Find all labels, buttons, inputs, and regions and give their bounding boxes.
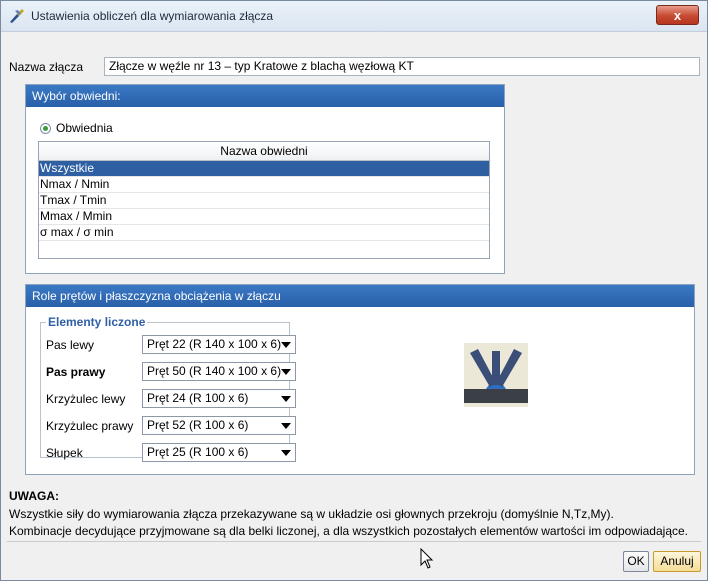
left-diagonal-value: Pręt 24 (R 100 x 6) — [147, 391, 249, 405]
app-icon — [10, 9, 24, 23]
joint-name-label: Nazwa złącza — [9, 60, 84, 74]
left-chord-value: Pręt 22 (R 140 x 100 x 6) — [147, 337, 282, 351]
table-row[interactable]: σ max / σ min — [39, 225, 489, 241]
chevron-down-icon — [281, 450, 291, 456]
member-label-right-diagonal: Krzyżulec prawy — [46, 419, 134, 433]
right-diagonal-select[interactable]: Pręt 52 (R 100 x 6) — [142, 416, 296, 435]
window-title: Ustawienia obliczeń dla wymiarowania złą… — [31, 9, 274, 23]
envelope-panel-title: Wybór obwiedni: — [26, 85, 504, 107]
right-chord-value: Pręt 50 (R 140 x 100 x 6) — [147, 364, 282, 378]
member-label-post: Słupek — [46, 446, 83, 460]
envelope-table: Nazwa obwiedni Wszystkie Nmax / Nmin Tma… — [38, 141, 490, 259]
divider — [7, 541, 701, 542]
note-line-2: Kombinacje decydujące przyjmowane są dla… — [9, 524, 688, 538]
table-row[interactable]: Tmax / Tmin — [39, 193, 489, 209]
chevron-down-icon — [281, 423, 291, 429]
left-diagonal-select[interactable]: Pręt 24 (R 100 x 6) — [142, 389, 296, 408]
table-row[interactable]: Nmax / Nmin — [39, 177, 489, 193]
table-row[interactable]: Wszystkie — [39, 161, 489, 177]
title-bar: Ustawienia obliczeń dla wymiarowania złą… — [1, 1, 707, 32]
note-line-1: Wszystkie siły do wymiarowania złącza pr… — [9, 507, 614, 521]
mouse-cursor-icon — [420, 548, 434, 569]
roles-panel-title: Role prętów i płaszczyzna obciążenia w z… — [26, 285, 694, 307]
dialog-window: Ustawienia obliczeń dla wymiarowania złą… — [0, 0, 708, 581]
cancel-button[interactable]: Anuluj — [653, 551, 701, 572]
right-diagonal-value: Pręt 52 (R 100 x 6) — [147, 418, 249, 432]
member-label-left-diagonal: Krzyżulec lewy — [46, 392, 126, 406]
chevron-down-icon — [281, 342, 291, 348]
chevron-down-icon — [281, 369, 291, 375]
ok-button[interactable]: OK — [623, 551, 649, 572]
envelope-table-header: Nazwa obwiedni — [39, 142, 489, 161]
members-group-title: Elementy liczone — [46, 315, 148, 329]
envelope-radio[interactable] — [40, 123, 51, 134]
joint-preview-image — [464, 343, 528, 407]
member-label-left-chord: Pas lewy — [46, 338, 95, 352]
close-button[interactable]: x — [656, 5, 699, 25]
roles-panel: Role prętów i płaszczyzna obciążenia w z… — [25, 284, 695, 475]
table-row[interactable]: Mmax / Mmin — [39, 209, 489, 225]
right-chord-select[interactable]: Pręt 50 (R 140 x 100 x 6) — [142, 362, 296, 381]
truss-joint-icon — [464, 349, 528, 403]
envelope-panel: Wybór obwiedni: Obwiednia Nazwa obwiedni… — [25, 84, 505, 274]
left-chord-select[interactable]: Pręt 22 (R 140 x 100 x 6) — [142, 335, 296, 354]
joint-name-input[interactable]: Złącze w węźle nr 13 – typ Kratowe z bla… — [104, 57, 700, 76]
envelope-radio-label: Obwiednia — [56, 121, 113, 135]
post-value: Pręt 25 (R 100 x 6) — [147, 445, 249, 459]
note-title: UWAGA: — [9, 489, 59, 503]
member-label-right-chord: Pas prawy — [46, 365, 106, 379]
chevron-down-icon — [281, 396, 291, 402]
post-select[interactable]: Pręt 25 (R 100 x 6) — [142, 443, 296, 462]
